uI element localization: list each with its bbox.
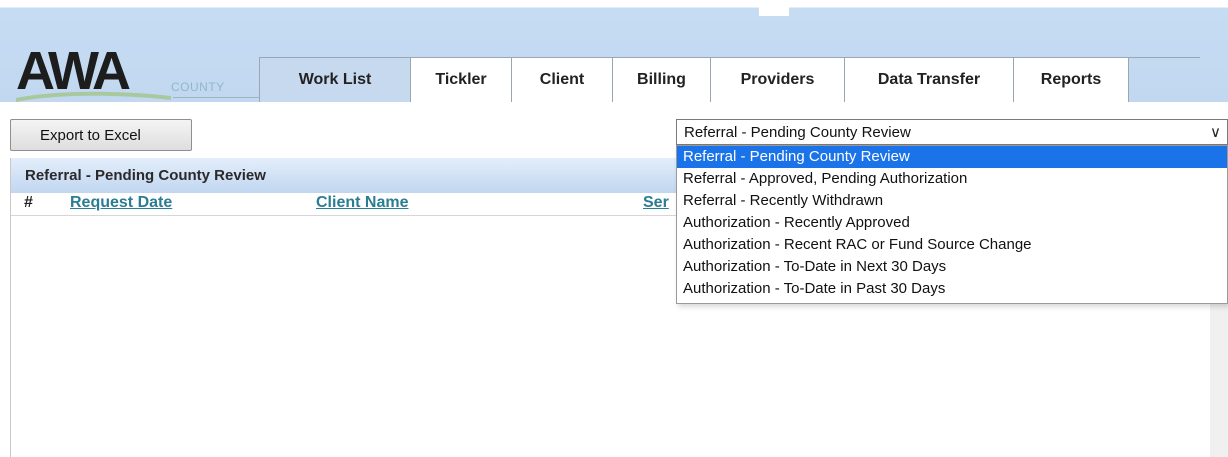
logo-subtitle: COUNTY: [171, 80, 225, 94]
panel-title: Referral - Pending County Review: [25, 167, 266, 184]
tab-tickler[interactable]: Tickler: [410, 57, 512, 102]
tab-reports[interactable]: Reports: [1013, 57, 1129, 102]
county-logo: AWA COUNTY: [16, 40, 273, 102]
worklist-filter-select[interactable]: Referral - Pending County Review ∨: [676, 119, 1228, 145]
header-notch: [759, 0, 789, 16]
main-tabs: Work List Tickler Client Billing Provide…: [259, 52, 1200, 102]
filter-dropdown-list: Referral - Pending County Review Referra…: [676, 145, 1228, 304]
export-to-excel-button[interactable]: Export to Excel: [10, 119, 192, 151]
filter-option[interactable]: Referral - Approved, Pending Authorizati…: [677, 168, 1227, 190]
filter-option[interactable]: Referral - Pending County Review: [677, 146, 1227, 168]
scrollbar-track[interactable]: [1210, 304, 1228, 457]
filter-option[interactable]: Authorization - Recent RAC or Fund Sourc…: [677, 234, 1227, 256]
tab-client[interactable]: Client: [511, 57, 613, 102]
tab-work-list[interactable]: Work List: [259, 57, 411, 102]
tab-providers[interactable]: Providers: [710, 57, 845, 102]
tab-billing[interactable]: Billing: [612, 57, 711, 102]
column-request-date-link[interactable]: Request Date: [70, 194, 172, 212]
chevron-down-icon: ∨: [1210, 124, 1221, 141]
filter-option[interactable]: Authorization - To-Date in Past 30 Days: [677, 278, 1227, 300]
column-client-name-link[interactable]: Client Name: [316, 194, 408, 212]
logo-underline: [173, 97, 273, 98]
filter-option[interactable]: Referral - Recently Withdrawn: [677, 190, 1227, 212]
filter-selected-value: Referral - Pending County Review: [684, 123, 911, 141]
column-service-link[interactable]: Ser: [643, 194, 669, 212]
app-header: AWA COUNTY Work List Tickler Client Bill…: [0, 0, 1228, 102]
tab-data-transfer[interactable]: Data Transfer: [844, 57, 1014, 102]
logo-swoosh-icon: [16, 91, 171, 102]
filter-option[interactable]: Authorization - Recently Approved: [677, 212, 1227, 234]
filter-option[interactable]: Authorization - To-Date in Next 30 Days: [677, 256, 1227, 278]
column-number: #: [24, 194, 33, 211]
tab-strip-end: [1128, 57, 1200, 102]
